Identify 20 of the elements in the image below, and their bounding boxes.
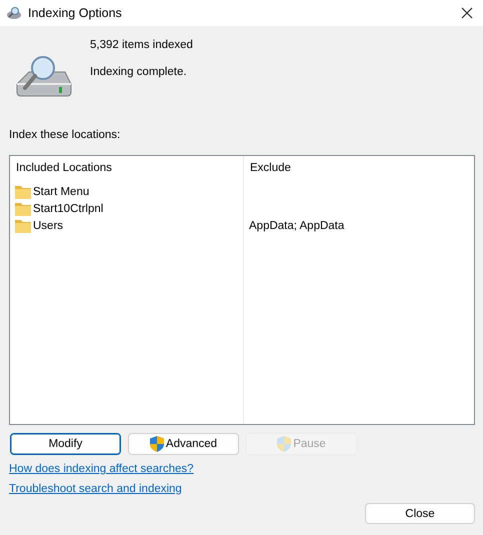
help-link[interactable]: How does indexing affect searches? bbox=[9, 463, 194, 475]
folder-icon bbox=[15, 184, 31, 198]
location-name[interactable]: Users bbox=[33, 220, 64, 232]
folder-icon bbox=[15, 218, 31, 232]
status-message: Indexing complete. bbox=[90, 66, 188, 78]
folder-icon bbox=[15, 202, 31, 216]
exclude-entry: AppData; AppData bbox=[249, 220, 344, 232]
app-icon bbox=[6, 6, 22, 20]
close-icon[interactable] bbox=[461, 7, 473, 19]
action-button[interactable]: Modify bbox=[10, 433, 121, 455]
help-link[interactable]: Troubleshoot search and indexing bbox=[9, 483, 182, 495]
close-button[interactable]: Close bbox=[365, 503, 475, 524]
action-button[interactable]: Advanced bbox=[128, 433, 239, 455]
location-name[interactable]: Start10Ctrlpnl bbox=[33, 202, 104, 214]
items-count: 5,392 items indexed bbox=[90, 39, 193, 51]
location-name[interactable]: Start Menu bbox=[33, 186, 90, 198]
column-header: Included Locations bbox=[15, 161, 113, 176]
section-label: Index these locations: bbox=[9, 129, 122, 141]
window-title: Indexing Options bbox=[28, 6, 123, 20]
column-header: Exclude bbox=[249, 161, 292, 176]
